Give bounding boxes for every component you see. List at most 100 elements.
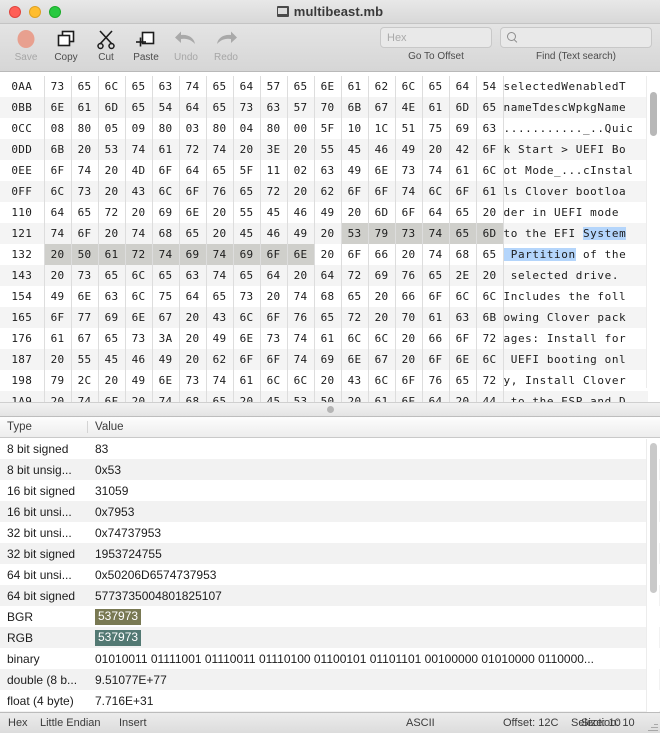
hex-byte-cell[interactable]: 6F (259, 244, 287, 265)
hex-byte-cell[interactable]: 65 (286, 76, 314, 97)
hex-byte-cell[interactable]: 08 (43, 118, 71, 139)
hex-byte-cell[interactable]: 45 (340, 139, 368, 160)
hex-byte-cell[interactable]: 6F (448, 328, 476, 349)
hex-byte-cell[interactable]: 6E (286, 244, 314, 265)
hex-byte-cell[interactable]: 66 (367, 244, 395, 265)
inspector-value-cell[interactable]: 83 (88, 442, 660, 456)
hex-byte-cell[interactable]: 6F (43, 307, 71, 328)
hex-byte-cell[interactable]: 53 (97, 139, 125, 160)
hex-row[interactable]: 1A9 20 74 6F 20 74 68 65 20 45 53 50 20 61 6E 64 20 44 to… (0, 391, 648, 402)
inspector-row[interactable]: 32 bit unsi... 0x74737953 (0, 522, 660, 543)
hex-byte-cell[interactable]: 72 (259, 181, 287, 202)
hex-byte-cell[interactable]: 75 (421, 118, 449, 139)
hex-byte-cell[interactable]: 61 (475, 181, 503, 202)
hex-byte-cell[interactable]: 65 (475, 97, 503, 118)
hex-row[interactable]: 0CC 08 80 05 09 80 03 80 04 80 00 5F 10 1C 51 75 69 63...… (0, 118, 648, 139)
hex-row[interactable]: 121 74 6F 20 74 68 65 20 45 46 49 20 53 79 73 74 65 6D to … (0, 223, 648, 244)
hex-byte-cell[interactable]: 63 (313, 160, 341, 181)
hex-byte-cell[interactable]: 6F (151, 160, 179, 181)
hex-byte-cell[interactable]: 70 (313, 97, 341, 118)
hex-byte-cell[interactable]: 6C (124, 265, 152, 286)
hex-byte-cell[interactable]: 65 (124, 76, 152, 97)
hex-byte-cell[interactable]: 20 (205, 202, 233, 223)
hex-byte-cell[interactable]: 6C (367, 328, 395, 349)
hex-ascii-cell[interactable]: to the EFI System (502, 223, 648, 244)
hex-byte-cell[interactable]: 76 (394, 265, 422, 286)
hex-byte-cell[interactable]: 65 (151, 265, 179, 286)
hex-byte-cell[interactable]: 49 (313, 202, 341, 223)
hex-byte-cell[interactable]: 55 (70, 349, 98, 370)
hex-byte-cell[interactable]: 72 (340, 265, 368, 286)
hex-byte-cell[interactable]: 63 (448, 307, 476, 328)
status-insert[interactable]: Insert (119, 717, 147, 729)
hex-byte-cell[interactable]: 11 (259, 160, 287, 181)
hex-byte-cell[interactable]: 73 (259, 328, 287, 349)
undo-button[interactable]: Undo (166, 27, 206, 63)
hex-byte-cell[interactable]: 6C (124, 286, 152, 307)
cut-button[interactable]: Cut (86, 27, 126, 63)
hex-byte-cell[interactable]: 20 (313, 223, 341, 244)
hex-byte-cell[interactable]: 6F (448, 181, 476, 202)
hex-ascii-cell[interactable]: k Start > UEFI Bo (502, 139, 648, 160)
find-box[interactable] (500, 27, 652, 48)
hex-byte-cell[interactable]: 69 (313, 349, 341, 370)
inspector-value-cell[interactable]: 0x74737953 (88, 526, 660, 540)
hex-byte-cell[interactable]: 20 (286, 139, 314, 160)
hex-byte-cell[interactable]: 61 (421, 97, 449, 118)
hex-byte-cell[interactable]: 65 (448, 202, 476, 223)
inspector-value-cell[interactable]: 7.716E+31 (88, 694, 660, 708)
hex-byte-cell[interactable]: 74 (124, 223, 152, 244)
hex-byte-cell[interactable]: 00 (286, 118, 314, 139)
hex-row[interactable]: 176 61 67 65 73 3A 20 49 6E 73 74 61 6C 6C 20 66 6F 72 age… (0, 328, 648, 349)
hex-byte-cell[interactable]: 69 (151, 202, 179, 223)
hex-byte-cell[interactable]: 53 (286, 391, 314, 402)
hex-row[interactable]: 110 64 65 72 20 69 6E 20 55 45 46 49 20 6D 6F 64 65 20 der… (0, 202, 648, 223)
hex-byte-cell[interactable]: 20 (43, 349, 71, 370)
hex-byte-cell[interactable]: 65 (205, 286, 233, 307)
hex-byte-cell[interactable]: 45 (97, 349, 125, 370)
hex-scrollbar-thumb[interactable] (650, 92, 657, 136)
hex-byte-cell[interactable]: 65 (70, 76, 98, 97)
hex-byte-cell[interactable]: 20 (394, 244, 422, 265)
hex-byte-cell[interactable]: 49 (124, 370, 152, 391)
hex-byte-cell[interactable]: 45 (259, 391, 287, 402)
inspector-row[interactable]: 64 bit unsi... 0x50206D6574737953 (0, 564, 660, 585)
inspector-row[interactable]: 64 bit signed 5773735004801825107 (0, 585, 660, 606)
hex-byte-cell[interactable]: 61 (97, 244, 125, 265)
hex-byte-cell[interactable]: 20 (43, 244, 71, 265)
hex-byte-cell[interactable]: 6C (475, 349, 503, 370)
inspector-scrollbar-thumb[interactable] (650, 443, 657, 593)
hex-ascii-cell[interactable]: der in UEFI mode (502, 202, 648, 223)
hex-byte-cell[interactable]: 51 (394, 118, 422, 139)
hex-byte-cell[interactable]: 57 (286, 97, 314, 118)
status-encoding[interactable]: ASCII (406, 717, 435, 729)
hex-byte-cell[interactable]: 20 (124, 391, 152, 402)
hex-byte-cell[interactable]: 6D (448, 97, 476, 118)
hex-byte-cell[interactable]: 6B (340, 97, 368, 118)
hex-byte-cell[interactable]: 80 (205, 118, 233, 139)
inspector-row[interactable]: 16 bit signed 31059 (0, 480, 660, 501)
hex-byte-cell[interactable]: 6C (367, 370, 395, 391)
hex-byte-cell[interactable]: 62 (367, 76, 395, 97)
hex-byte-cell[interactable]: 76 (205, 181, 233, 202)
hex-row[interactable]: 198 79 2C 20 49 6E 73 74 61 6C 6C 20 43 6C 6F 76 65 72 y, … (0, 370, 648, 391)
hex-byte-cell[interactable]: 74 (43, 223, 71, 244)
hex-row[interactable]: 165 6F 77 69 6E 67 20 43 6C 6F 76 65 72 20 70 61 63 6B owi… (0, 307, 648, 328)
column-header-value[interactable]: Value (88, 421, 660, 433)
hex-byte-cell[interactable]: 72 (97, 202, 125, 223)
hex-byte-cell[interactable]: 5F (313, 118, 341, 139)
hex-byte-cell[interactable]: 02 (286, 160, 314, 181)
inspector-value-cell[interactable]: 537973 (88, 608, 660, 625)
hex-byte-cell[interactable]: 68 (151, 223, 179, 244)
hex-byte-cell[interactable]: 6F (421, 286, 449, 307)
hex-byte-cell[interactable]: 49 (43, 286, 71, 307)
hex-byte-cell[interactable]: 45 (259, 202, 287, 223)
hex-byte-cell[interactable]: 64 (448, 76, 476, 97)
inspector-value-cell[interactable]: 5773735004801825107 (88, 589, 660, 603)
hex-byte-cell[interactable]: 6C (448, 286, 476, 307)
hex-byte-cell[interactable]: 64 (421, 202, 449, 223)
hex-byte-cell[interactable]: 68 (178, 391, 206, 402)
hex-byte-cell[interactable]: 63 (259, 97, 287, 118)
hex-byte-cell[interactable]: 66 (394, 286, 422, 307)
hex-byte-cell[interactable]: 45 (232, 223, 260, 244)
